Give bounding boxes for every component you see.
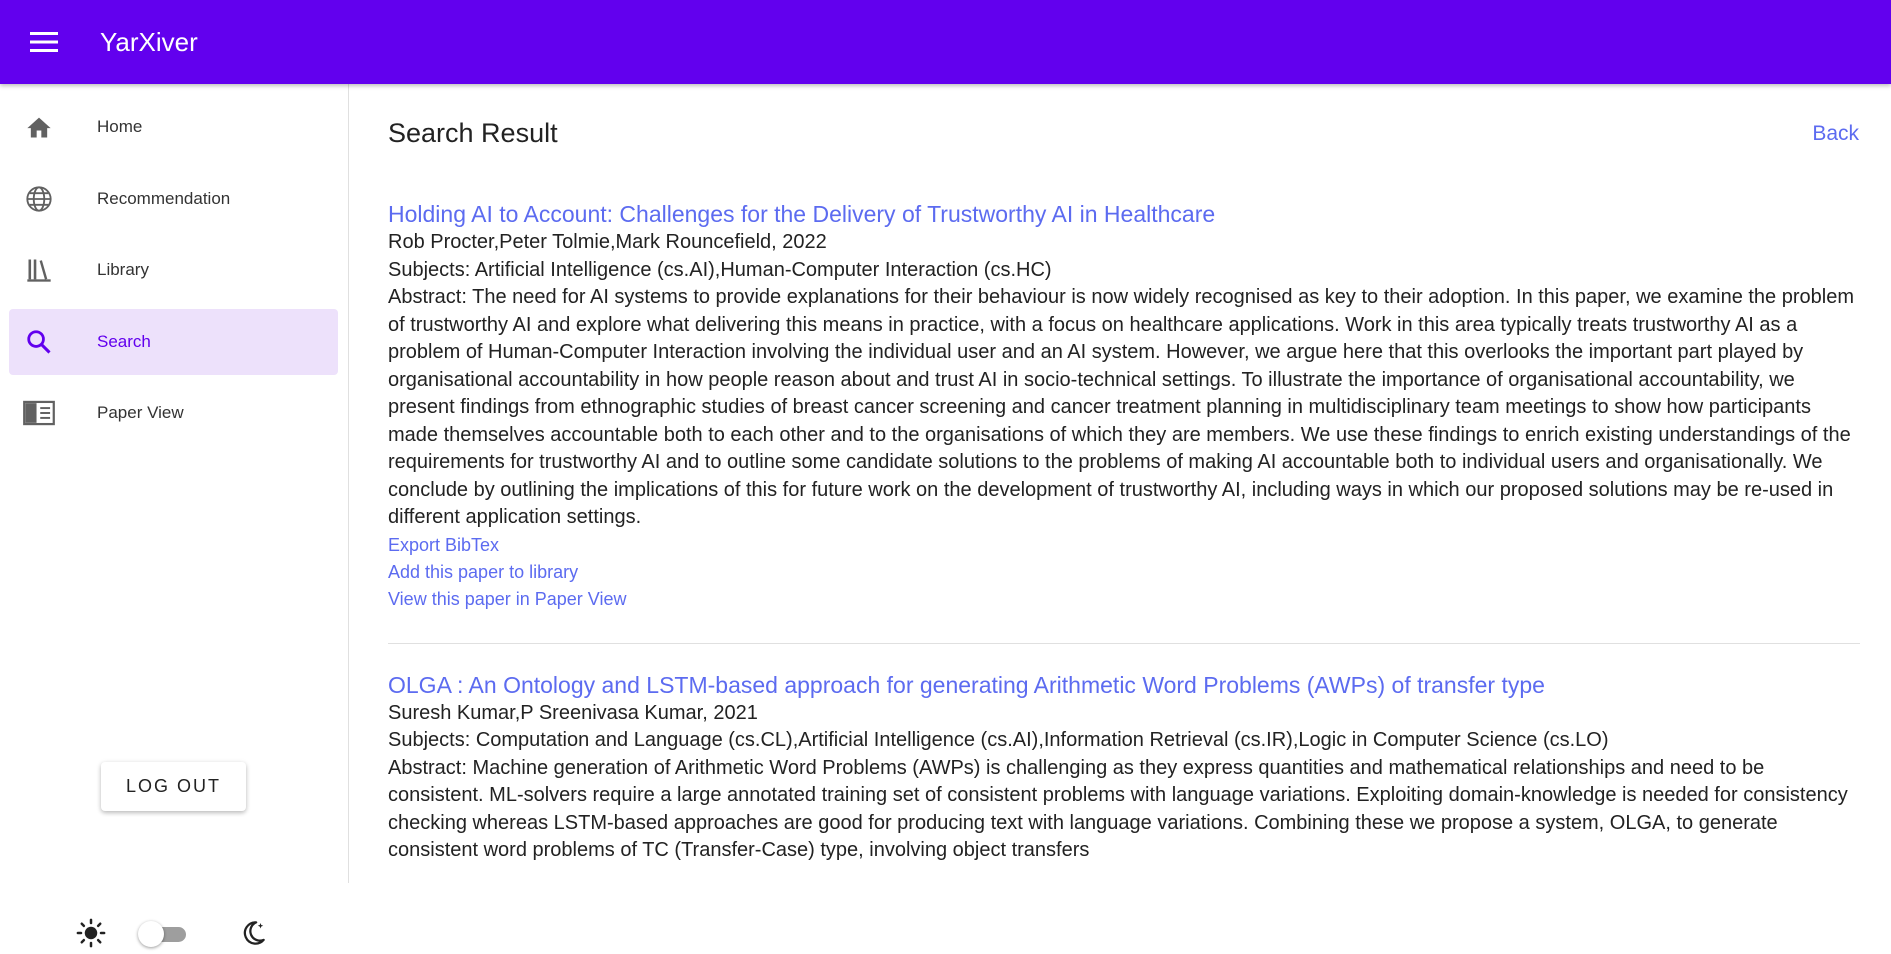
theme-toggle-row <box>76 914 276 954</box>
home-icon <box>19 107 59 147</box>
back-link[interactable]: Back <box>1812 122 1859 146</box>
result-title-link[interactable]: OLGA : An Ontology and LSTM-based approa… <box>388 670 1860 700</box>
logout-button[interactable]: LOG OUT <box>101 762 246 811</box>
export-bibtex-link[interactable]: Export BibTex <box>388 532 1860 559</box>
app-title: YarXiver <box>100 26 198 57</box>
result-abstract: Abstract: The need for AI systems to pro… <box>388 286 1854 528</box>
main-content: Search Result Back Holding AI to Account… <box>350 84 1891 883</box>
result-subjects: Subjects: Artificial Intelligence (cs.AI… <box>388 258 1052 281</box>
globe-icon <box>19 179 59 219</box>
menu-button[interactable] <box>22 20 66 64</box>
page-title: Search Result <box>388 118 558 148</box>
result-authors-year: Rob Procter,Peter Tolmie,Mark Rouncefiel… <box>388 231 827 253</box>
result-title-link[interactable]: Holding AI to Account: Challenges for th… <box>388 199 1860 229</box>
search-results: Holding AI to Account: Challenges for th… <box>388 199 1860 883</box>
dark-mode-toggle[interactable] <box>138 921 190 947</box>
search-result-item: Holding AI to Account: Challenges for th… <box>388 199 1860 644</box>
view-in-paper-view-link[interactable]: View this paper in Paper View <box>388 586 1860 613</box>
result-abstract: Abstract: Machine generation of Arithmet… <box>388 756 1848 862</box>
moon-icon <box>238 918 268 953</box>
sidebar-item-library[interactable]: Library <box>9 237 338 303</box>
result-actions: Export BibTex Add this paper to library … <box>388 532 1860 613</box>
sidebar-item-search[interactable]: Search <box>9 309 338 375</box>
sidebar-item-label: Library <box>97 260 149 279</box>
sun-icon <box>76 918 106 953</box>
sidebar-item-recommendation[interactable]: Recommendation <box>9 166 338 232</box>
sidebar-item-label: Home <box>97 117 143 136</box>
sidebar-item-paper-view[interactable]: Paper View <box>9 380 338 446</box>
toggle-thumb <box>138 921 164 947</box>
result-authors-year: Suresh Kumar,P Sreenivasa Kumar, 2021 <box>388 701 758 724</box>
hamburger-menu-icon <box>30 32 58 52</box>
paper-view-icon <box>19 393 59 433</box>
app-bar: YarXiver <box>0 0 1891 84</box>
sidebar-item-label: Search <box>97 332 151 351</box>
sidebar-item-label: Paper View <box>97 403 184 422</box>
sidebar: Home Recommendation Library Search Paper… <box>0 84 349 948</box>
add-to-library-link[interactable]: Add this paper to library <box>388 559 1860 586</box>
sidebar-item-home[interactable]: Home <box>9 94 338 160</box>
library-icon <box>19 250 59 290</box>
sidebar-item-label: Recommendation <box>97 189 231 208</box>
search-result-item: OLGA : An Ontology and LSTM-based approa… <box>388 670 1860 884</box>
search-icon <box>19 322 59 362</box>
result-subjects: Subjects: Computation and Language (cs.C… <box>388 729 1609 751</box>
